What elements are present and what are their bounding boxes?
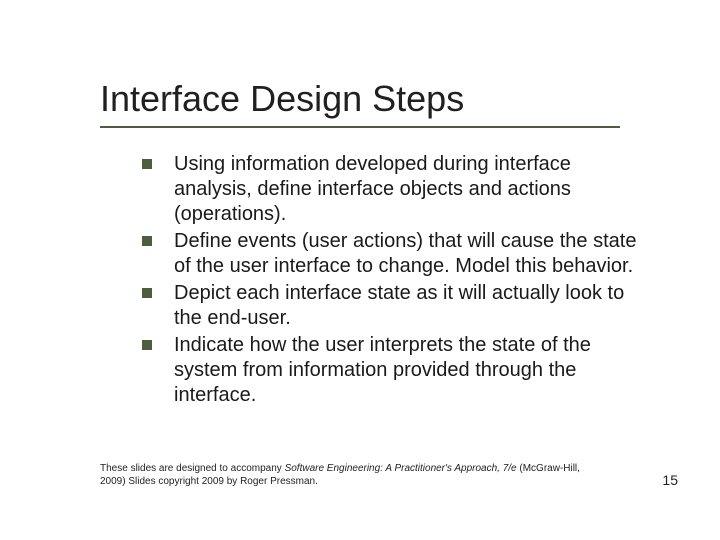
slide: Interface Design Steps Using information… [0,0,720,540]
list-item-text: Depict each interface state as it will a… [174,281,642,331]
list-item-text: Define events (user actions) that will c… [174,229,642,279]
list-item: Define events (user actions) that will c… [142,229,642,279]
title-underline [100,126,620,128]
footer-book-title: Software Engineering: A Practitioner's A… [285,463,517,474]
square-bullet-icon [142,340,152,350]
list-item: Indicate how the user interprets the sta… [142,333,642,408]
footer-text: These slides are designed to accompany S… [100,462,600,488]
square-bullet-icon [142,159,152,169]
square-bullet-icon [142,288,152,298]
bullet-list: Using information developed during inter… [142,152,642,410]
list-item-text: Using information developed during inter… [174,152,642,227]
footer-prefix: These slides are designed to accompany [100,463,285,474]
list-item: Using information developed during inter… [142,152,642,227]
list-item-text: Indicate how the user interprets the sta… [174,333,642,408]
page-number: 15 [662,472,678,488]
list-item: Depict each interface state as it will a… [142,281,642,331]
slide-title: Interface Design Steps [100,78,464,120]
square-bullet-icon [142,236,152,246]
